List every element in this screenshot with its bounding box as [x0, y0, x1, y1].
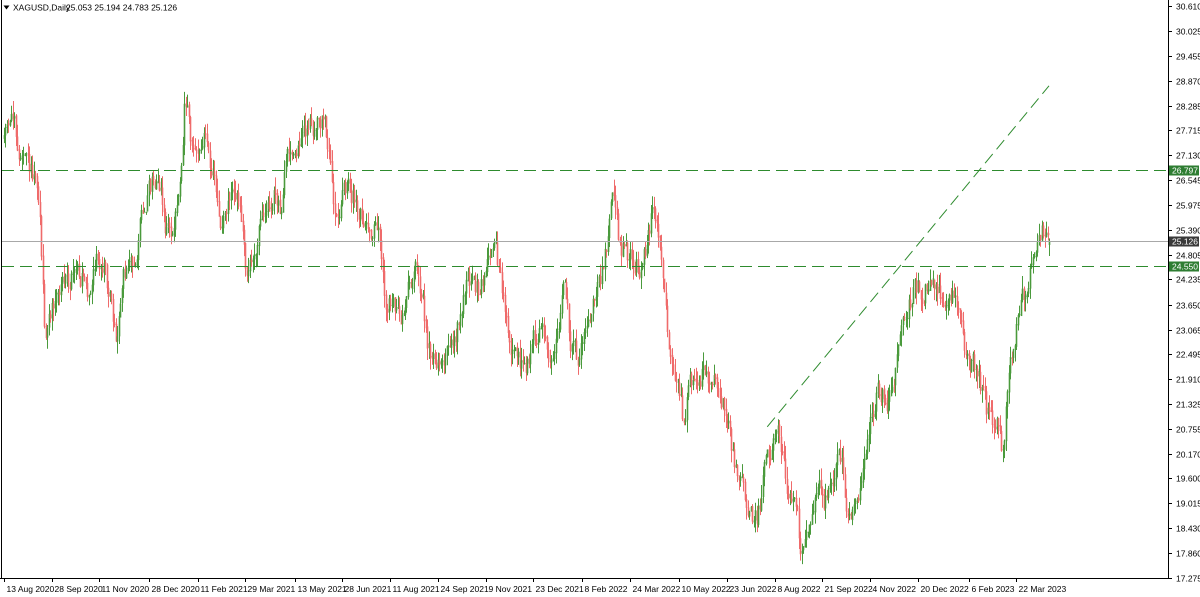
date-tick-label: 23 Jun 2022	[730, 584, 777, 594]
date-tick-label: 22 Mar 2023	[1019, 584, 1067, 594]
price-tick-label: 25.390	[1176, 226, 1200, 236]
price-tick-label: 17.860	[1176, 549, 1200, 559]
price-tick-label: 30.610	[1176, 2, 1200, 12]
date-tick-label: 13 Aug 2020	[7, 584, 55, 594]
price-tick-label: 19.015	[1176, 499, 1200, 509]
price-tick-label: 28.870	[1176, 77, 1200, 87]
date-tick-label: 29 Mar 2021	[248, 584, 296, 594]
price-tick-label: 17.275	[1176, 574, 1200, 584]
date-tick-label: 28 Jun 2021	[345, 584, 392, 594]
price-tick-label: 30.025	[1176, 27, 1200, 37]
date-tick-label: 28 Dec 2020	[152, 584, 200, 594]
price-tick-label: 18.430	[1176, 524, 1200, 534]
current-price-label-text: 25.126	[1172, 237, 1198, 247]
date-tick-label: 28 Sep 2020	[55, 584, 103, 594]
date-tick-label: 8 Feb 2022	[585, 584, 628, 594]
price-tick-label: 23.065	[1176, 326, 1200, 336]
chart-header: XAGUSD,Daily 25.053 25.194 24.783 25.126	[3, 3, 177, 13]
date-tick-label: 4 Nov 2022	[873, 584, 917, 594]
chart-background	[0, 0, 1200, 597]
date-tick-label: 9 Nov 2021	[489, 584, 533, 594]
price-tick-label: 25.975	[1176, 201, 1200, 211]
level-price-label-text: 24.550	[1172, 262, 1198, 272]
date-tick-label: 11 Feb 2021	[201, 584, 248, 594]
price-tick-label: 21.325	[1176, 400, 1200, 410]
price-tick-label: 19.600	[1176, 474, 1200, 484]
date-tick-label: 10 May 2022	[682, 584, 731, 594]
date-tick-label: 24 Sep 2021	[441, 584, 489, 594]
date-tick-label: 11 Nov 2020	[102, 584, 150, 594]
level-price-label-text: 26.797	[1172, 166, 1198, 176]
date-tick-label: 8 Aug 2022	[778, 584, 821, 594]
price-tick-label: 24.805	[1176, 251, 1200, 261]
date-tick-label: 6 Feb 2023	[972, 584, 1015, 594]
price-tick-label: 26.545	[1176, 176, 1200, 186]
price-chart[interactable]: 30.610 30.025 29.455 28.870 28.285 27.715 27.1…	[0, 0, 1200, 597]
price-tick-label: 22.495	[1176, 350, 1200, 360]
date-tick-label: 21 Sep 2022	[825, 584, 873, 594]
price-tick-label: 20.755	[1176, 425, 1200, 435]
date-tick-label: 20 Dec 2022	[921, 584, 969, 594]
price-tick-label: 20.170	[1176, 450, 1200, 460]
price-tick-label: 27.130	[1176, 151, 1200, 161]
price-tick-label: 29.455	[1176, 52, 1200, 62]
ohlc-values: 25.053 25.194 24.783 25.126	[66, 3, 177, 13]
price-tick-label: 23.650	[1176, 301, 1200, 311]
symbol-label: XAGUSD,Daily	[13, 3, 71, 13]
date-tick-label: 23 Dec 2021	[536, 584, 584, 594]
date-tick-label: 24 Mar 2022	[633, 584, 681, 594]
price-tick-label: 21.910	[1176, 375, 1200, 385]
date-tick-label: 11 Aug 2021	[393, 584, 440, 594]
price-tick-label: 28.285	[1176, 102, 1200, 112]
price-tick-label: 27.715	[1176, 126, 1200, 136]
date-tick-label: 13 May 2021	[298, 584, 347, 594]
price-tick-label: 24.235	[1176, 275, 1200, 285]
